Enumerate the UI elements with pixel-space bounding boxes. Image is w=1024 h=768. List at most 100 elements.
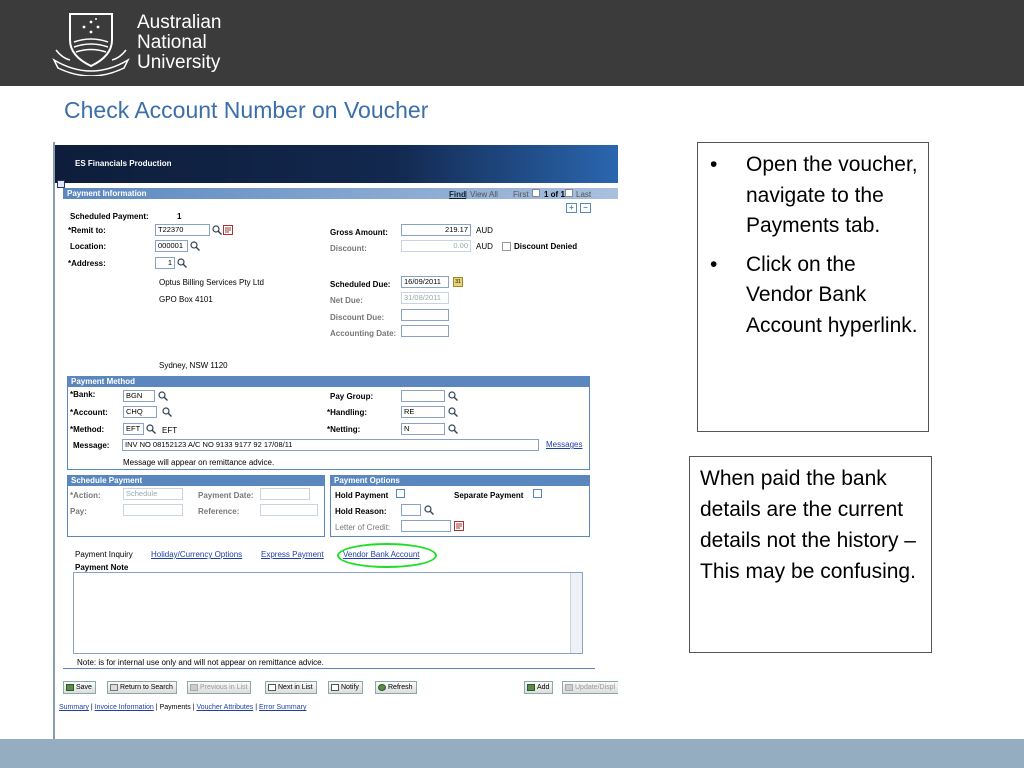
message-input[interactable]: INV NO 08152123 A/C NO 9133 9177 92 17/0… <box>122 439 539 451</box>
detail-icon[interactable] <box>454 521 464 531</box>
account-input[interactable]: CHQ <box>123 406 157 418</box>
scheduled-due-input[interactable]: 16/09/2011 <box>401 276 449 288</box>
save-button[interactable]: Save <box>63 681 96 694</box>
previous-in-list-button[interactable]: Previous in List <box>187 681 252 694</box>
instruction-item: Click on the Vendor Bank Account hyperli… <box>698 250 928 342</box>
accounting-date-input[interactable] <box>401 325 449 337</box>
discount-due-label: Discount Due: <box>330 313 385 322</box>
refresh-icon <box>378 684 386 691</box>
hold-reason-input[interactable] <box>401 504 421 516</box>
scrollbar[interactable] <box>570 573 582 653</box>
search-icon[interactable] <box>177 258 187 268</box>
payment-inquiry-label: Payment Inquiry <box>75 550 133 559</box>
add-row-icon[interactable]: + <box>566 203 577 213</box>
separator: | <box>155 704 158 711</box>
payments-tab[interactable]: Payments <box>160 704 191 711</box>
pay-group-input[interactable] <box>401 390 445 402</box>
view-all-link[interactable]: View All <box>470 190 498 199</box>
next-arrow-icon[interactable] <box>565 189 573 197</box>
discount-currency: AUD <box>476 242 493 251</box>
voucher-payments-screenshot: ES Financials Production Payment Informa… <box>53 142 618 739</box>
payment-note-textarea[interactable] <box>73 572 583 654</box>
location-label: Location: <box>70 242 106 251</box>
scheduled-payment-label: Scheduled Payment: <box>70 212 149 221</box>
discount-label: Discount: <box>330 244 367 253</box>
update-display-button-label: Update/Displ <box>575 684 616 691</box>
invoice-information-tab[interactable]: Invoice Information <box>95 704 154 711</box>
refresh-button[interactable]: Refresh <box>375 681 417 694</box>
pay-select[interactable] <box>123 504 183 516</box>
warning-callout: When paid the bank details are the curre… <box>689 456 932 653</box>
ps-app-title: ES Financials Production <box>75 159 172 168</box>
address-input[interactable]: 1 <box>155 257 175 269</box>
error-summary-tab[interactable]: Error Summary <box>259 704 306 711</box>
pay-group-label: Pay Group: <box>330 392 374 401</box>
messages-link[interactable]: Messages <box>546 440 582 449</box>
search-icon[interactable] <box>158 391 168 401</box>
netting-input[interactable]: N <box>401 423 445 435</box>
discount-due-input[interactable] <box>401 309 449 321</box>
next-in-list-button[interactable]: Next in List <box>265 681 317 694</box>
update-display-button[interactable]: Update/Displ <box>562 681 618 694</box>
voucher-attributes-tab[interactable]: Voucher Attributes <box>196 704 253 711</box>
letter-of-credit-input[interactable] <box>401 520 451 532</box>
message-note: Message will appear on remittance advice… <box>123 458 275 467</box>
detail-icon[interactable] <box>223 225 233 235</box>
first-link[interactable]: First <box>513 190 529 199</box>
header-bar: Australian National University <box>0 0 1024 86</box>
discount-input[interactable]: 0.00 <box>401 240 471 252</box>
calendar-icon[interactable]: 31 <box>453 277 463 287</box>
hold-reason-label: Hold Reason: <box>335 507 387 516</box>
remit-to-input[interactable]: T22370 <box>155 224 210 236</box>
last-link[interactable]: Last <box>576 190 591 199</box>
section-title: Payment Method <box>71 377 136 386</box>
section-title: Payment Options <box>334 476 400 485</box>
handling-label: *Handling: <box>327 408 367 417</box>
location-input[interactable]: 000001 <box>155 240 188 252</box>
handling-input[interactable]: RE <box>401 406 445 418</box>
add-button[interactable]: Add <box>524 681 554 694</box>
search-icon[interactable] <box>448 391 458 401</box>
hold-payment-checkbox[interactable] <box>396 489 405 498</box>
search-icon[interactable] <box>212 225 222 235</box>
search-icon[interactable] <box>424 505 434 515</box>
payment-date-input[interactable] <box>260 488 310 500</box>
add-button-label: Add <box>537 684 550 691</box>
prev-arrow-icon[interactable] <box>532 189 540 197</box>
reference-input[interactable] <box>260 504 318 516</box>
action-select[interactable]: Schedule <box>123 488 183 500</box>
search-icon[interactable] <box>162 407 172 417</box>
collapse-icon[interactable] <box>57 180 65 188</box>
holiday-currency-options-link[interactable]: Holiday/Currency Options <box>151 550 242 559</box>
account-label: *Account: <box>70 408 108 417</box>
update-icon <box>565 684 573 691</box>
instruction-item: Open the voucher, navigate to the Paymen… <box>698 150 928 242</box>
discount-denied-checkbox[interactable] <box>502 242 511 251</box>
method-input[interactable]: EFT <box>123 423 144 435</box>
summary-tab[interactable]: Summary <box>59 704 89 711</box>
separator: | <box>465 190 468 199</box>
section-title: Payment Information <box>67 189 147 198</box>
address-line-2: GPO Box 4101 <box>159 295 213 304</box>
gross-amount-input[interactable]: 219.17 <box>401 224 471 236</box>
notify-button[interactable]: Notify <box>328 681 363 694</box>
find-link[interactable]: Find <box>449 190 466 199</box>
anu-wordmark: Australian National University <box>137 13 222 73</box>
search-icon[interactable] <box>448 407 458 417</box>
wordmark-line-1: Australian <box>137 12 222 33</box>
return-to-search-button[interactable]: Return to Search <box>107 681 177 694</box>
notify-button-label: Notify <box>341 684 359 691</box>
wordmark-line-3: University <box>137 52 221 73</box>
search-icon[interactable] <box>190 241 200 251</box>
net-due-input[interactable]: 31/08/2011 <box>401 292 449 304</box>
scheduled-payment-value: 1 <box>177 212 182 221</box>
express-payment-link[interactable]: Express Payment <box>261 550 324 559</box>
separate-payment-checkbox[interactable] <box>533 489 542 498</box>
search-icon[interactable] <box>146 424 156 434</box>
search-icon[interactable] <box>448 424 458 434</box>
highlight-circle <box>337 543 437 568</box>
delete-row-icon[interactable]: − <box>580 203 591 213</box>
bank-input[interactable]: BGN <box>123 390 155 402</box>
payment-date-label: Payment Date: <box>198 491 254 500</box>
anu-crest-icon <box>52 13 130 76</box>
